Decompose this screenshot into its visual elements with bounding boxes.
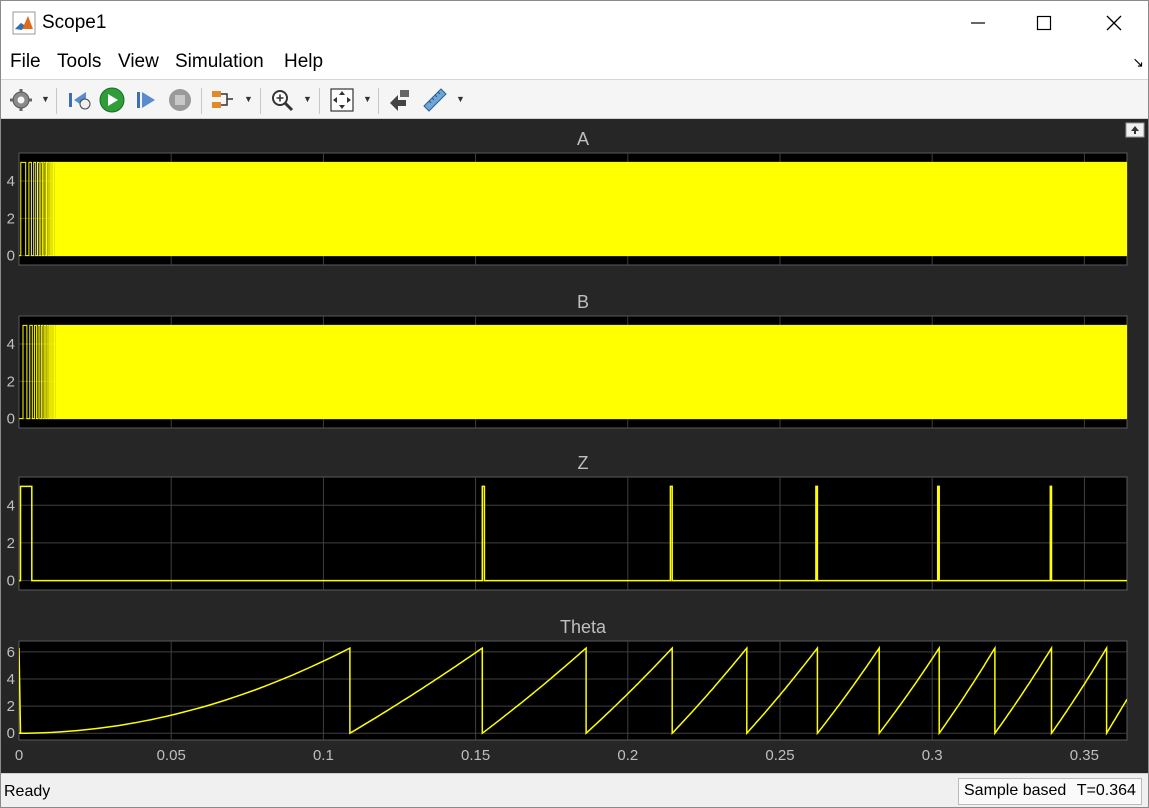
toolbar-separator — [201, 88, 202, 114]
menu-simulation[interactable]: Simulation — [175, 51, 264, 73]
settings-button[interactable] — [8, 86, 34, 114]
x-tick-label: 0.3 — [922, 747, 943, 764]
y-tick-label: 4 — [7, 173, 15, 190]
measurements-ruler-icon — [423, 88, 447, 112]
toolbar: ▼ ▼ ▼ ▼ ▼ — [1, 79, 1148, 119]
status-bar: Ready Sample based T=0.364 — [1, 773, 1148, 807]
signal-a-dense-fill — [67, 162, 1128, 256]
axes-title-z: Z — [578, 453, 589, 473]
signal-triggers-icon — [212, 91, 233, 108]
stop-button[interactable] — [167, 86, 193, 114]
close-button[interactable] — [1079, 1, 1149, 45]
scale-axes-button[interactable] — [328, 86, 356, 114]
y-tick-label: 2 — [7, 210, 15, 227]
undock-plot-icon[interactable] — [1125, 122, 1145, 138]
scale-axes-icon — [330, 88, 354, 112]
step-back-icon — [69, 92, 91, 110]
maximize-button[interactable] — [1009, 1, 1079, 45]
step-forward-icon — [137, 92, 155, 108]
scope-plots[interactable]: 0 2 4 A 0 2 4 B 0 2 4 Z 0 2 4 6 Theta 0 0.05 0.1 0.15 0.2 0.25… — [1, 119, 1148, 773]
menu-file[interactable]: File — [10, 51, 41, 73]
menu-bar: File Tools View Simulation Help ↘ — [1, 45, 1148, 79]
x-tick-label: 0.2 — [617, 747, 638, 764]
step-forward-button[interactable] — [133, 86, 159, 114]
y-tick-label: 2 — [7, 373, 15, 390]
maximize-icon — [1036, 15, 1052, 31]
y-tick-label: 2 — [7, 535, 15, 552]
axes-title-a: A — [577, 129, 589, 149]
undock-arrow-icon[interactable]: ↘ — [1132, 54, 1144, 71]
signal-triggers-button[interactable] — [209, 86, 235, 114]
sample-based-text: Sample based — [964, 782, 1067, 799]
axes-title-b: B — [577, 292, 589, 312]
step-back-button[interactable] — [66, 86, 92, 114]
toolbar-separator — [378, 88, 379, 114]
toolbar-separator — [260, 88, 261, 114]
y-tick-label: 0 — [7, 248, 15, 265]
axes-z-background — [18, 476, 1128, 591]
matlab-logo-icon — [12, 11, 36, 35]
menu-tools[interactable]: Tools — [57, 51, 101, 73]
y-tick-label: 0 — [7, 411, 15, 428]
x-tick-label: 0 — [15, 747, 23, 764]
axes-title-theta: Theta — [560, 617, 607, 637]
y-tick-label: 4 — [7, 336, 15, 353]
minimize-icon — [971, 22, 985, 24]
zoom-button[interactable] — [269, 86, 295, 114]
status-ready-text: Ready — [4, 783, 51, 800]
signal-b-dense-fill — [67, 325, 1128, 419]
x-tick-label: 0.05 — [157, 747, 186, 764]
title-bar[interactable]: Scope1 — [1, 1, 1148, 45]
stop-icon — [169, 89, 191, 111]
toolbar-separator — [56, 88, 57, 114]
x-tick-label: 0.1 — [313, 747, 334, 764]
sim-time-text: T=0.364 — [1076, 782, 1136, 799]
y-tick-label: 4 — [7, 671, 15, 688]
measurements-dropdown-icon[interactable]: ▼ — [456, 94, 465, 104]
zoom-in-icon — [272, 90, 294, 112]
scope-figure: 0 2 4 A 0 2 4 B 0 2 4 Z 0 2 4 6 Theta 0 0.05 0.1 0.15 0.2 0.25… — [1, 119, 1148, 773]
run-icon — [99, 87, 125, 113]
y-tick-label: 6 — [7, 644, 15, 661]
axes-theta-background — [18, 640, 1128, 741]
toolbar-separator — [319, 88, 320, 114]
run-button[interactable] — [98, 86, 126, 114]
x-tick-label: 0.35 — [1070, 747, 1099, 764]
x-tick-label: 0.15 — [461, 747, 490, 764]
triggers-dropdown-icon[interactable]: ▼ — [244, 94, 253, 104]
menu-help[interactable]: Help — [284, 51, 323, 73]
minimize-button[interactable] — [943, 1, 1013, 45]
settings-dropdown-icon[interactable]: ▼ — [41, 94, 50, 104]
close-icon — [1106, 15, 1122, 31]
scope-window: Scope1 File Tools View Simulation Help ↘… — [0, 0, 1149, 808]
highlight-block-icon — [390, 90, 409, 111]
zoom-dropdown-icon[interactable]: ▼ — [303, 94, 312, 104]
window-title: Scope1 — [42, 12, 107, 33]
sample-time-indicator: Sample based T=0.364 — [958, 778, 1142, 805]
settings-gear-icon — [10, 89, 32, 111]
x-tick-label: 0.25 — [765, 747, 794, 764]
menu-view[interactable]: View — [118, 51, 159, 73]
y-tick-label: 2 — [7, 698, 15, 715]
highlight-block-button[interactable] — [386, 86, 412, 114]
y-tick-label: 4 — [7, 497, 15, 514]
scale-dropdown-icon[interactable]: ▼ — [363, 94, 372, 104]
measurements-button[interactable] — [421, 86, 449, 114]
y-tick-label: 0 — [7, 725, 15, 742]
y-tick-label: 0 — [7, 573, 15, 590]
